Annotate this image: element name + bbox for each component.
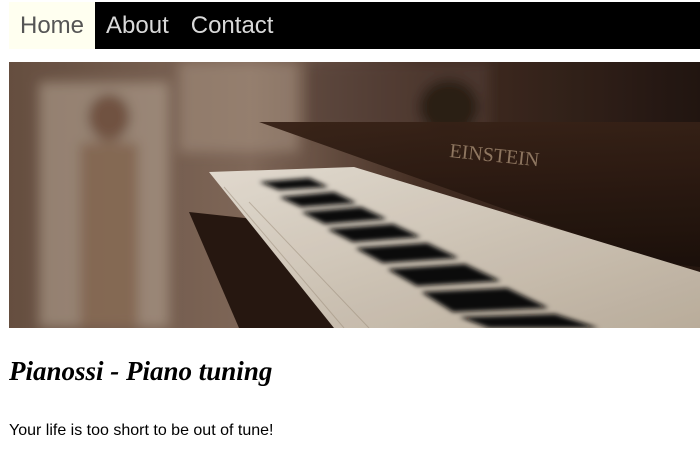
page-title: Pianossi - Piano tuning [9, 356, 273, 386]
nav-item-home[interactable]: Home [9, 2, 96, 49]
piano-illustration: EINSTEIN [9, 62, 700, 328]
nav-item-contact[interactable]: Contact [180, 2, 285, 49]
page-tagline: Your life is too short to be out of tune… [9, 422, 274, 439]
hero-piano-image: EINSTEIN [9, 62, 700, 328]
top-navigation-bar: Home About Contact [9, 2, 700, 49]
nav-item-about[interactable]: About [95, 2, 180, 49]
